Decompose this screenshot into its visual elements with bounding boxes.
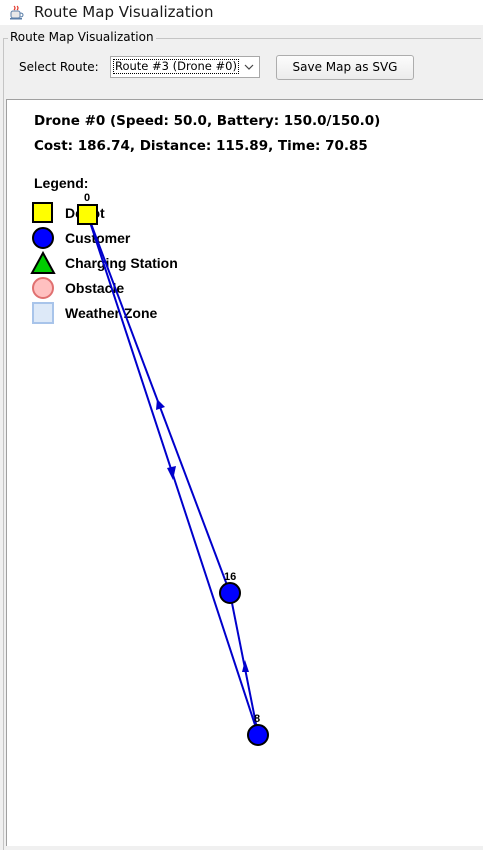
legend-label-weather-zone: Weather Zone xyxy=(65,305,158,321)
legend-title: Legend: xyxy=(34,175,88,191)
node-label-16: 16 xyxy=(224,571,236,583)
route-arrow-16-to-0 xyxy=(156,399,165,410)
map-node-depot-0: 0 xyxy=(77,192,98,225)
depot-square-icon xyxy=(32,202,53,223)
map-node-customer-8: 8 xyxy=(247,713,269,746)
route-stats-line: Cost: 186.74, Distance: 115.89, Time: 70… xyxy=(34,138,368,154)
route-arrows xyxy=(156,399,249,672)
depot-node xyxy=(77,204,98,225)
customer-node xyxy=(219,582,241,604)
charging-station-triangle-icon xyxy=(30,250,56,274)
legend-label-charging-station: Charging Station xyxy=(65,255,178,271)
legend-item-weather-zone: Weather Zone xyxy=(32,302,158,324)
node-label-8: 8 xyxy=(254,713,260,725)
weather-zone-square-icon xyxy=(32,302,54,324)
legend-item-customer: Customer xyxy=(32,227,131,249)
customer-node xyxy=(247,724,269,746)
customer-circle-icon xyxy=(32,227,54,249)
node-label-0: 0 xyxy=(84,192,90,204)
drone-info-line: Drone #0 (Speed: 50.0, Battery: 150.0/15… xyxy=(34,113,381,129)
obstacle-circle-icon xyxy=(32,277,54,299)
